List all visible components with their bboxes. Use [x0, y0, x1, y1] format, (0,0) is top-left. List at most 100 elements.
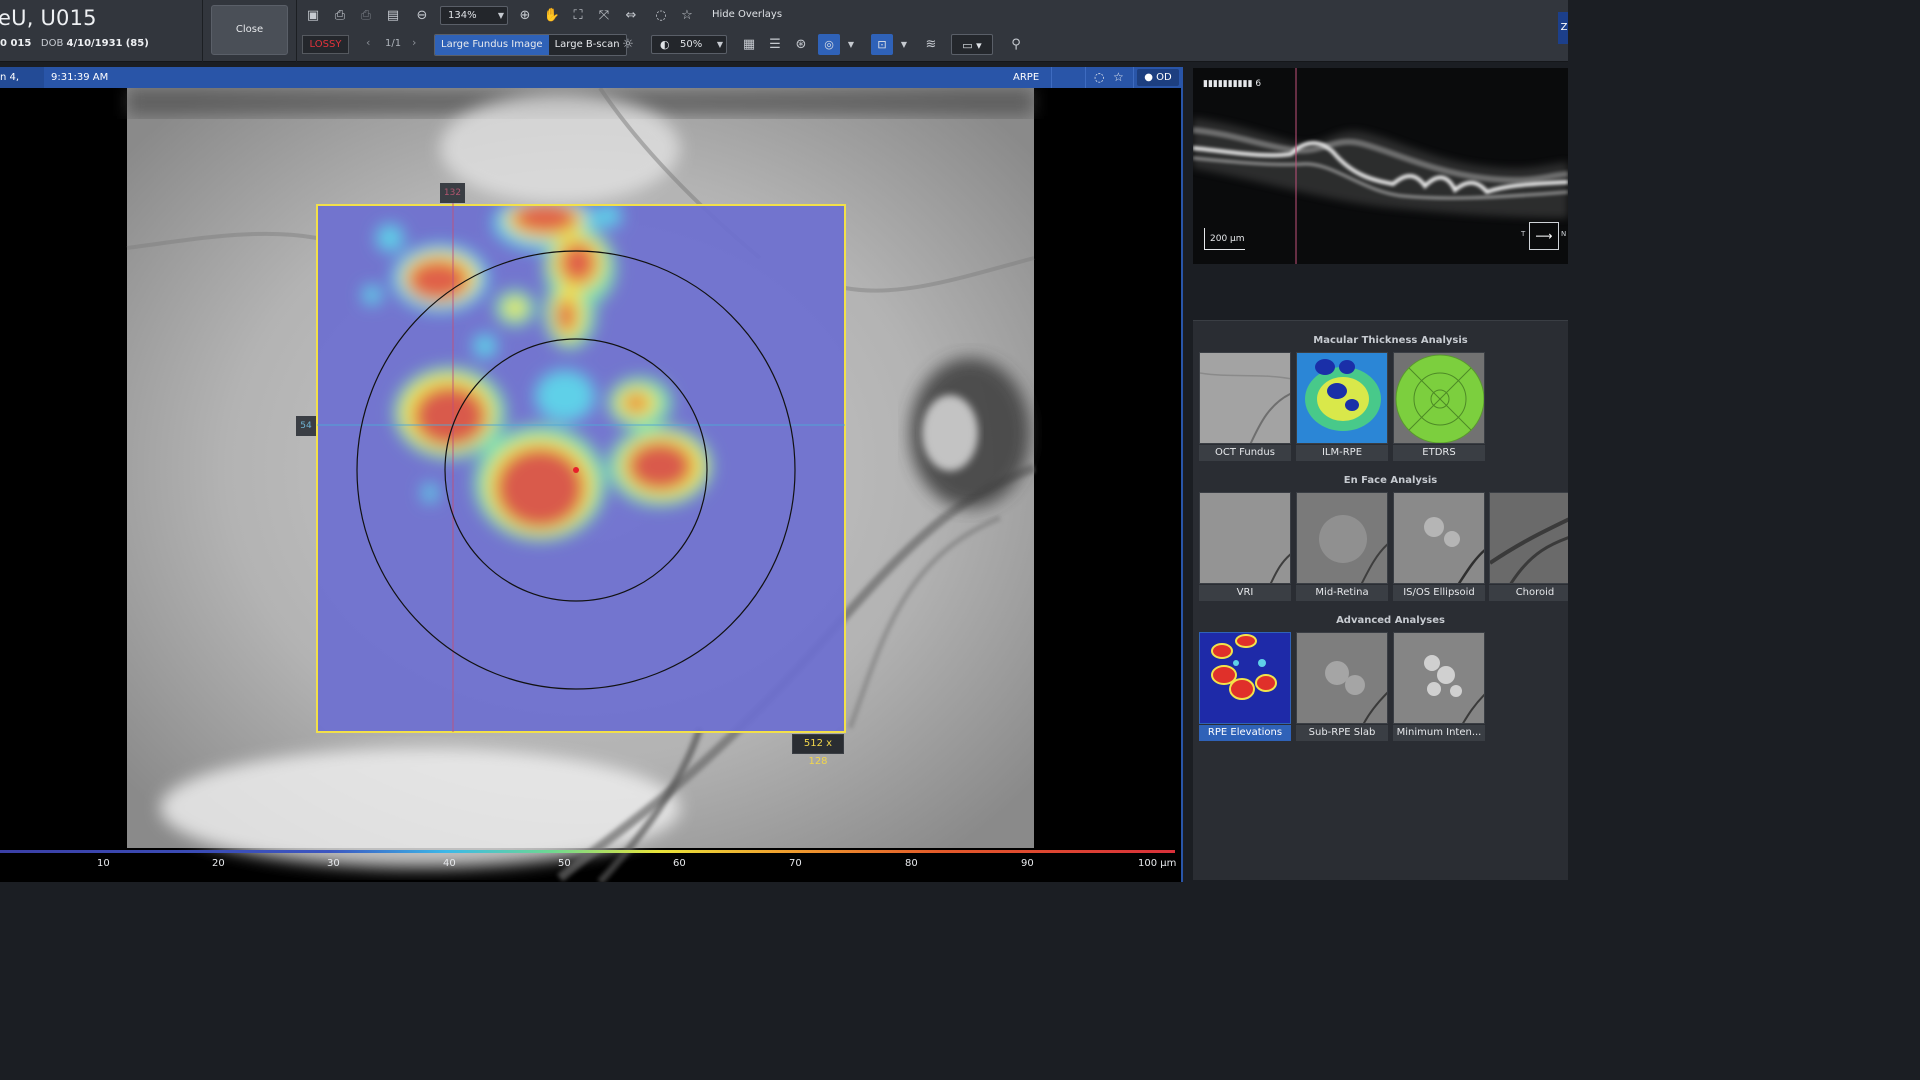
choroid-thumbnail [1489, 492, 1568, 584]
comment-icon[interactable]: ◌ [1094, 67, 1104, 88]
nasal-label: N [1561, 230, 1567, 238]
scale-bar: 200 µm [1204, 228, 1245, 250]
comment-icon[interactable]: ◌ [651, 6, 671, 26]
print-disabled-icon[interactable]: ⎙ [356, 6, 376, 26]
advanced-analyses-title: Advanced Analyses [1336, 615, 1445, 626]
zoom-select[interactable]: 134% ▼ [440, 6, 508, 25]
overlay-name: ARPE [1013, 72, 1040, 83]
fit-screen-icon[interactable]: ⛶ [568, 6, 588, 26]
toolbar-divider [202, 0, 203, 62]
measure-icon[interactable]: ⊡ [871, 34, 893, 55]
viewer-header: n 4, 2007 9:31:39 AM ARPE ◌ ☆ ● OD [0, 67, 1183, 104]
zoom-out-icon[interactable]: ⊖ [412, 6, 432, 26]
chevron-down-icon[interactable]: ▼ [841, 35, 861, 55]
exam-time: 9:31:39 AM [51, 72, 109, 83]
opacity-icon: ◐ [660, 38, 670, 51]
layers-icon[interactable]: ☰ [765, 35, 785, 55]
thumb-vri[interactable]: VRI [1199, 492, 1291, 602]
analysis-panel: Macular Thickness Analysis OCT Fundus IL… [1193, 320, 1568, 880]
eye-toggle[interactable]: ● OD [1137, 69, 1179, 86]
display-mode-icon[interactable]: ▭ ▾ [951, 34, 993, 55]
thumb-choroid[interactable]: Choroid [1489, 492, 1568, 602]
chevron-down-icon: ▼ [497, 11, 504, 20]
save-icon[interactable]: ▣ [303, 6, 323, 26]
header-divider [1051, 67, 1052, 88]
pin-icon[interactable]: ⚲ [1006, 35, 1026, 55]
fundus-image [126, 88, 1036, 882]
chevron-down-icon[interactable]: ▼ [894, 35, 914, 55]
chevron-right-icon[interactable]: › [412, 36, 416, 49]
layout-icon[interactable]: ▦ [739, 35, 759, 55]
arrow-right-icon: ⟶ [1529, 222, 1559, 250]
thumb-isos-ellipsoid[interactable]: IS/OS Ellipsoid [1393, 492, 1485, 602]
stack-icon[interactable]: ≋ [921, 35, 941, 55]
colorbar-tick: 100 µm [1138, 858, 1177, 869]
right-panel: ▮▮▮▮▮▮▮▮▮▮ 6 200 µm T ⟶ N Macular Thickn… [1185, 62, 1568, 882]
thumb-oct-fundus[interactable]: OCT Fundus [1199, 352, 1291, 462]
thumb-label: OCT Fundus [1199, 445, 1291, 461]
vri-thumbnail [1199, 492, 1291, 584]
export-icon[interactable]: ▤ [383, 6, 403, 26]
fovea-marker [573, 467, 579, 473]
isos-ellipsoid-thumbnail [1393, 492, 1485, 584]
patient-id: 0 015 [0, 38, 32, 49]
chevron-left-icon[interactable]: ‹ [366, 36, 370, 49]
mid-retina-thumbnail [1296, 492, 1388, 584]
thumb-minimum-intensity[interactable]: Minimum Inten... [1393, 632, 1485, 742]
patient-age: (85) [125, 38, 149, 49]
enface-analysis-title: En Face Analysis [1343, 475, 1438, 486]
bscan-image [1193, 68, 1568, 264]
thumb-label: Sub-RPE Slab [1296, 725, 1388, 741]
etdrs-thumbnail [1393, 352, 1485, 444]
minimum-intensity-thumbnail [1393, 632, 1485, 724]
colorbar-tick: 40 [443, 858, 456, 869]
thumb-label: ETDRS [1393, 445, 1485, 461]
eye-label: OD [1156, 72, 1172, 83]
colorbar-tick: 10 [97, 858, 110, 869]
slice-number: 6 [1255, 79, 1262, 89]
star-icon[interactable]: ☆ [1113, 67, 1124, 88]
close-button[interactable]: Close [211, 5, 288, 55]
colorbar-tick: 70 [789, 858, 802, 869]
print-icon[interactable]: ⎙ [330, 6, 350, 26]
rpe-elevation-heatmap [317, 205, 845, 732]
collapse-icon[interactable]: ⤧ [594, 6, 614, 26]
sub-rpe-slab-thumbnail [1296, 632, 1388, 724]
overlay-opacity-select[interactable]: ◐ 50% ▼ [651, 35, 727, 54]
macular-analysis-title: Macular Thickness Analysis [1313, 335, 1468, 346]
colorbar-tick: 30 [327, 858, 340, 869]
circle-grid-icon[interactable]: ◎ [818, 34, 840, 55]
large-fundus-button[interactable]: Large Fundus Image [435, 35, 549, 55]
zoom-in-icon[interactable]: ⊕ [515, 6, 535, 26]
thumb-label: RPE Elevations [1199, 725, 1291, 741]
thumb-sub-rpe-slab[interactable]: Sub-RPE Slab [1296, 632, 1388, 742]
ilm-rpe-thumbnail [1296, 352, 1388, 444]
star-icon[interactable]: ☆ [677, 6, 697, 26]
temporal-label: T [1521, 230, 1526, 238]
horizontal-slice-index[interactable]: 54 [296, 416, 316, 436]
hide-overlays-button[interactable]: Hide Overlays [712, 9, 782, 20]
chevron-down-icon: ▼ [716, 40, 723, 49]
scan-dimensions: 512 x 128 [792, 734, 844, 767]
brightness-icon[interactable]: ☼ [618, 35, 638, 55]
target-icon[interactable]: ⊛ [791, 35, 811, 55]
thumb-rpe-elevations[interactable]: RPE Elevations [1199, 632, 1291, 742]
thumb-label: IS/OS Ellipsoid [1393, 585, 1485, 601]
thumb-ilm-rpe[interactable]: ILM-RPE [1296, 352, 1388, 462]
header-divider [1133, 67, 1134, 88]
pager-text: 1/1 [385, 38, 402, 49]
toolbar-divider [296, 0, 297, 62]
bscan-viewer[interactable]: ▮▮▮▮▮▮▮▮▮▮ 6 200 µm T ⟶ N [1193, 68, 1568, 264]
oct-fundus-thumbnail [1199, 352, 1291, 444]
vertical-slice-index[interactable]: 132 [440, 183, 465, 203]
large-bscan-button[interactable]: Large B-scan [548, 35, 626, 55]
fundus-viewer[interactable]: 132 54 512 x 128 10 20 30 40 50 60 70 80… [0, 88, 1183, 882]
header-divider [1085, 67, 1086, 88]
pan-hand-icon[interactable]: ✋ [542, 6, 562, 26]
thumb-mid-retina[interactable]: Mid-Retina [1296, 492, 1388, 602]
fit-width-icon[interactable]: ⇔ [621, 6, 641, 26]
thickness-colorbar [0, 850, 1175, 853]
colorbar-tick: 50 [558, 858, 571, 869]
main-toolbar: eU, U015 0 015 DOB 4/10/1931 (85) Close … [0, 0, 1568, 62]
thumb-etdrs[interactable]: ETDRS [1393, 352, 1485, 462]
